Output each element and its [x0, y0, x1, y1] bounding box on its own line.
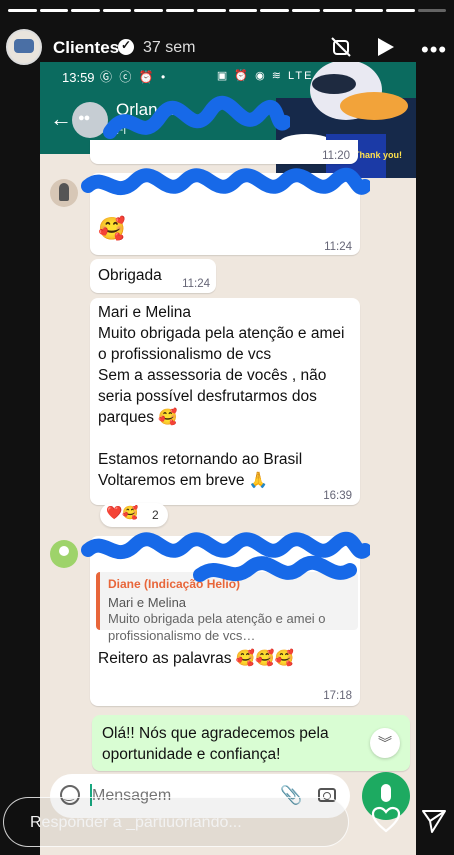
profile-avatar[interactable] [6, 29, 42, 65]
reaction-count: 2 [152, 508, 159, 522]
verified-badge-icon [118, 38, 134, 55]
story-progress-bar [8, 9, 446, 12]
message-text: Obrigada [98, 267, 162, 284]
message-text: Olá!! Nós que agradecemos pela oportunid… [102, 725, 329, 763]
message-time: 11:24 [182, 278, 210, 290]
send-icon[interactable] [421, 808, 447, 834]
story-progress-segment [354, 9, 383, 12]
message-time: 11:20 [322, 150, 350, 162]
mute-icon[interactable] [330, 36, 352, 58]
message-bubble[interactable]: Mari e Melina Muito obrigada pela atençã… [90, 298, 360, 505]
story-progress-segment [102, 9, 131, 12]
story-progress-segment [134, 9, 163, 12]
story-reply-box [3, 797, 349, 847]
sender-avatar[interactable] [50, 179, 78, 207]
sender-avatar[interactable] [50, 540, 78, 568]
story-progress-segment [165, 9, 194, 12]
story-reply-input[interactable] [28, 813, 332, 833]
back-arrow-icon[interactable]: ← [50, 106, 72, 132]
heart-icon[interactable] [371, 806, 401, 834]
story-progress-segment [323, 9, 352, 12]
message-text: Reitero as palavras 🥰🥰🥰 [98, 650, 294, 667]
status-time: 13:59 [62, 70, 95, 85]
message-time: 16:39 [323, 490, 352, 502]
quote-text: Muito obrigada pela atenção e amei o pro… [108, 611, 326, 643]
story-progress-segment [291, 9, 320, 12]
more-options-icon[interactable]: ••• [421, 37, 447, 63]
story-progress-segment [417, 9, 446, 12]
story-progress-segment [197, 9, 226, 12]
outgoing-message-bubble[interactable]: Olá!! Nós que agradecemos pela oportunid… [92, 715, 410, 771]
redaction-scribble [103, 95, 290, 139]
story-progress-segment [71, 9, 100, 12]
sticker-caption: Thank you! [353, 150, 402, 160]
message-text: Mari e Melina Muito obrigada pela atençã… [98, 304, 345, 489]
redaction-scribble [81, 531, 370, 582]
story-progress-segment [386, 9, 415, 12]
message-reactions[interactable]: ❤️🥰 2 [100, 503, 168, 527]
redaction-scribble [81, 167, 370, 196]
story-header: Clientes 37 sem ••• [0, 26, 454, 70]
message-bubble[interactable]: Obrigada 11:24 [90, 259, 216, 293]
message-time: 11:24 [324, 241, 352, 253]
story-progress-segment [260, 9, 289, 12]
message-time: 17:18 [323, 690, 352, 702]
scroll-down-icon[interactable]: ︾ [370, 728, 400, 758]
story-title[interactable]: Clientes [53, 38, 119, 58]
story-progress-segment [8, 9, 37, 12]
story-progress-segment [39, 9, 68, 12]
story-time-ago: 37 sem [143, 39, 196, 56]
status-notification-icons: Ⓖ ⓒ ⏰ • [100, 70, 168, 84]
play-icon[interactable] [378, 38, 394, 56]
reaction-emojis: ❤️🥰 [106, 506, 139, 521]
story-progress-segment [228, 9, 257, 12]
message-emoji: 🥰 [98, 217, 126, 242]
system-nav-bar [110, 846, 340, 855]
chat-screenshot: 13:59 Ⓖ ⓒ ⏰ • ▣ ⏰ ◉ ≋ LTE ▴ ← Orlando - … [40, 62, 416, 855]
